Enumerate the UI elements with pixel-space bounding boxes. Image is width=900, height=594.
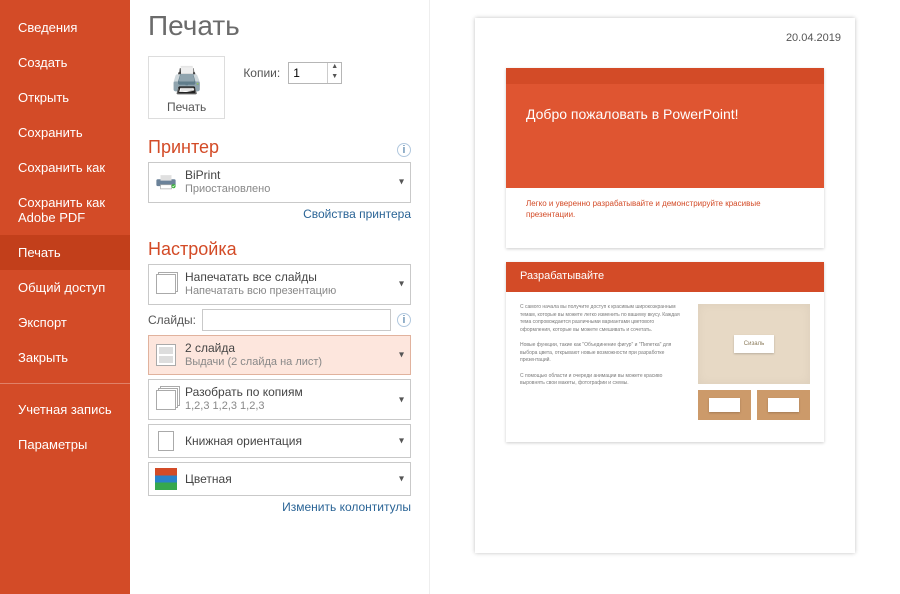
sidebar-item-new[interactable]: Создать bbox=[0, 45, 130, 80]
sidebar-item-options[interactable]: Параметры bbox=[0, 427, 130, 462]
print-scope-dropdown[interactable]: Напечатать все слайды Напечатать всю пре… bbox=[148, 264, 411, 305]
slides-info-icon[interactable]: i bbox=[397, 313, 411, 327]
preview-page: 20.04.2019 Добро пожаловать в PowerPoint… bbox=[475, 18, 855, 553]
sidebar-item-print[interactable]: Печать bbox=[0, 235, 130, 270]
preview-slide-2: Разрабатывайте С самого начала вы получи… bbox=[506, 262, 824, 442]
chevron-down-icon: ▾ bbox=[399, 394, 404, 405]
collate-main: Разобрать по копиям bbox=[185, 385, 303, 400]
slide2-title: Разрабатывайте bbox=[520, 270, 810, 282]
slide2-thumb-1 bbox=[698, 390, 751, 420]
sidebar-item-open[interactable]: Открыть bbox=[0, 80, 130, 115]
chevron-down-icon: ▾ bbox=[399, 349, 404, 360]
color-swatch-icon bbox=[155, 468, 177, 490]
sidebar-item-close[interactable]: Закрыть bbox=[0, 340, 130, 375]
edit-header-footer-link[interactable]: Изменить колонтитулы bbox=[148, 500, 411, 514]
copies-increase[interactable]: ▲ bbox=[328, 63, 341, 73]
printer-dropdown[interactable]: BiPrint Приостановлено ▾ bbox=[148, 162, 411, 203]
print-scope-main: Напечатать все слайды bbox=[185, 270, 336, 285]
chevron-down-icon: ▾ bbox=[399, 474, 404, 485]
sidebar-item-export[interactable]: Экспорт bbox=[0, 305, 130, 340]
collate-sub: 1,2,3 1,2,3 1,2,3 bbox=[185, 400, 303, 414]
sidebar-item-account[interactable]: Учетная запись bbox=[0, 392, 130, 427]
chevron-down-icon: ▾ bbox=[399, 436, 404, 447]
layout-dropdown[interactable]: 2 слайда Выдачи (2 слайда на лист) ▾ bbox=[148, 335, 411, 376]
chevron-down-icon: ▾ bbox=[399, 177, 404, 188]
layout-main: 2 слайда bbox=[185, 341, 322, 356]
preview-date: 20.04.2019 bbox=[475, 32, 855, 54]
pages-icon bbox=[155, 273, 177, 295]
sidebar-item-info[interactable]: Сведения bbox=[0, 10, 130, 45]
color-dropdown[interactable]: Цветная ▾ bbox=[148, 462, 411, 496]
main-area: Печать 🖨️ Печать Копии: ▲ ▼ Принтер i bbox=[130, 0, 900, 594]
orientation-dropdown[interactable]: Книжная ориентация ▾ bbox=[148, 424, 411, 458]
slide2-body-text: С самого начала вы получите доступ к кра… bbox=[520, 304, 686, 420]
portrait-icon bbox=[155, 430, 177, 452]
print-button-label: Печать bbox=[167, 100, 206, 114]
orientation-main: Книжная ориентация bbox=[185, 434, 302, 449]
backstage-sidebar: Сведения Создать Открыть Сохранить Сохра… bbox=[0, 0, 130, 594]
print-preview-pane: 20.04.2019 Добро пожаловать в PowerPoint… bbox=[430, 0, 900, 594]
printer-properties-link[interactable]: Свойства принтера bbox=[148, 207, 411, 221]
page-title: Печать bbox=[148, 10, 411, 42]
sidebar-divider bbox=[0, 383, 130, 384]
sidebar-item-share[interactable]: Общий доступ bbox=[0, 270, 130, 305]
copies-spinner[interactable]: ▲ ▼ bbox=[288, 62, 342, 84]
printer-status: Приостановлено bbox=[185, 183, 270, 197]
copies-label: Копии: bbox=[243, 66, 280, 80]
print-options-panel: Печать 🖨️ Печать Копии: ▲ ▼ Принтер i bbox=[130, 0, 430, 594]
printer-info-icon[interactable]: i bbox=[397, 143, 411, 157]
collate-dropdown[interactable]: Разобрать по копиям 1,2,3 1,2,3 1,2,3 ▾ bbox=[148, 379, 411, 420]
settings-section-title: Настройка bbox=[148, 239, 411, 260]
print-button[interactable]: 🖨️ Печать bbox=[148, 56, 225, 119]
two-slides-icon bbox=[155, 344, 177, 366]
printer-section-title: Принтер bbox=[148, 137, 219, 158]
sidebar-item-saveas[interactable]: Сохранить как bbox=[0, 150, 130, 185]
layout-sub: Выдачи (2 слайда на лист) bbox=[185, 356, 322, 370]
preview-slide-1: Добро пожаловать в PowerPoint! Легко и у… bbox=[506, 68, 824, 248]
collate-icon bbox=[155, 389, 177, 411]
print-scope-sub: Напечатать всю презентацию bbox=[185, 285, 336, 299]
printer-device-icon bbox=[155, 171, 177, 193]
slide2-image-caption: Сизаль bbox=[734, 335, 774, 353]
sidebar-item-savepdf[interactable]: Сохранить как Adobe PDF bbox=[0, 185, 130, 235]
color-main: Цветная bbox=[185, 472, 232, 487]
slide2-image: Сизаль bbox=[698, 304, 810, 384]
copies-input[interactable] bbox=[289, 63, 327, 83]
printer-icon: 🖨️ bbox=[167, 65, 206, 96]
chevron-down-icon: ▾ bbox=[399, 279, 404, 290]
slides-input[interactable] bbox=[202, 309, 391, 331]
slides-label: Слайды: bbox=[148, 313, 196, 327]
copies-decrease[interactable]: ▼ bbox=[328, 73, 341, 83]
slide1-title: Добро пожаловать в PowerPoint! bbox=[526, 106, 804, 122]
slide1-subtitle: Легко и уверенно разрабатывайте и демонс… bbox=[506, 188, 824, 230]
sidebar-item-save[interactable]: Сохранить bbox=[0, 115, 130, 150]
slide2-thumb-2 bbox=[757, 390, 810, 420]
printer-name: BiPrint bbox=[185, 168, 270, 183]
